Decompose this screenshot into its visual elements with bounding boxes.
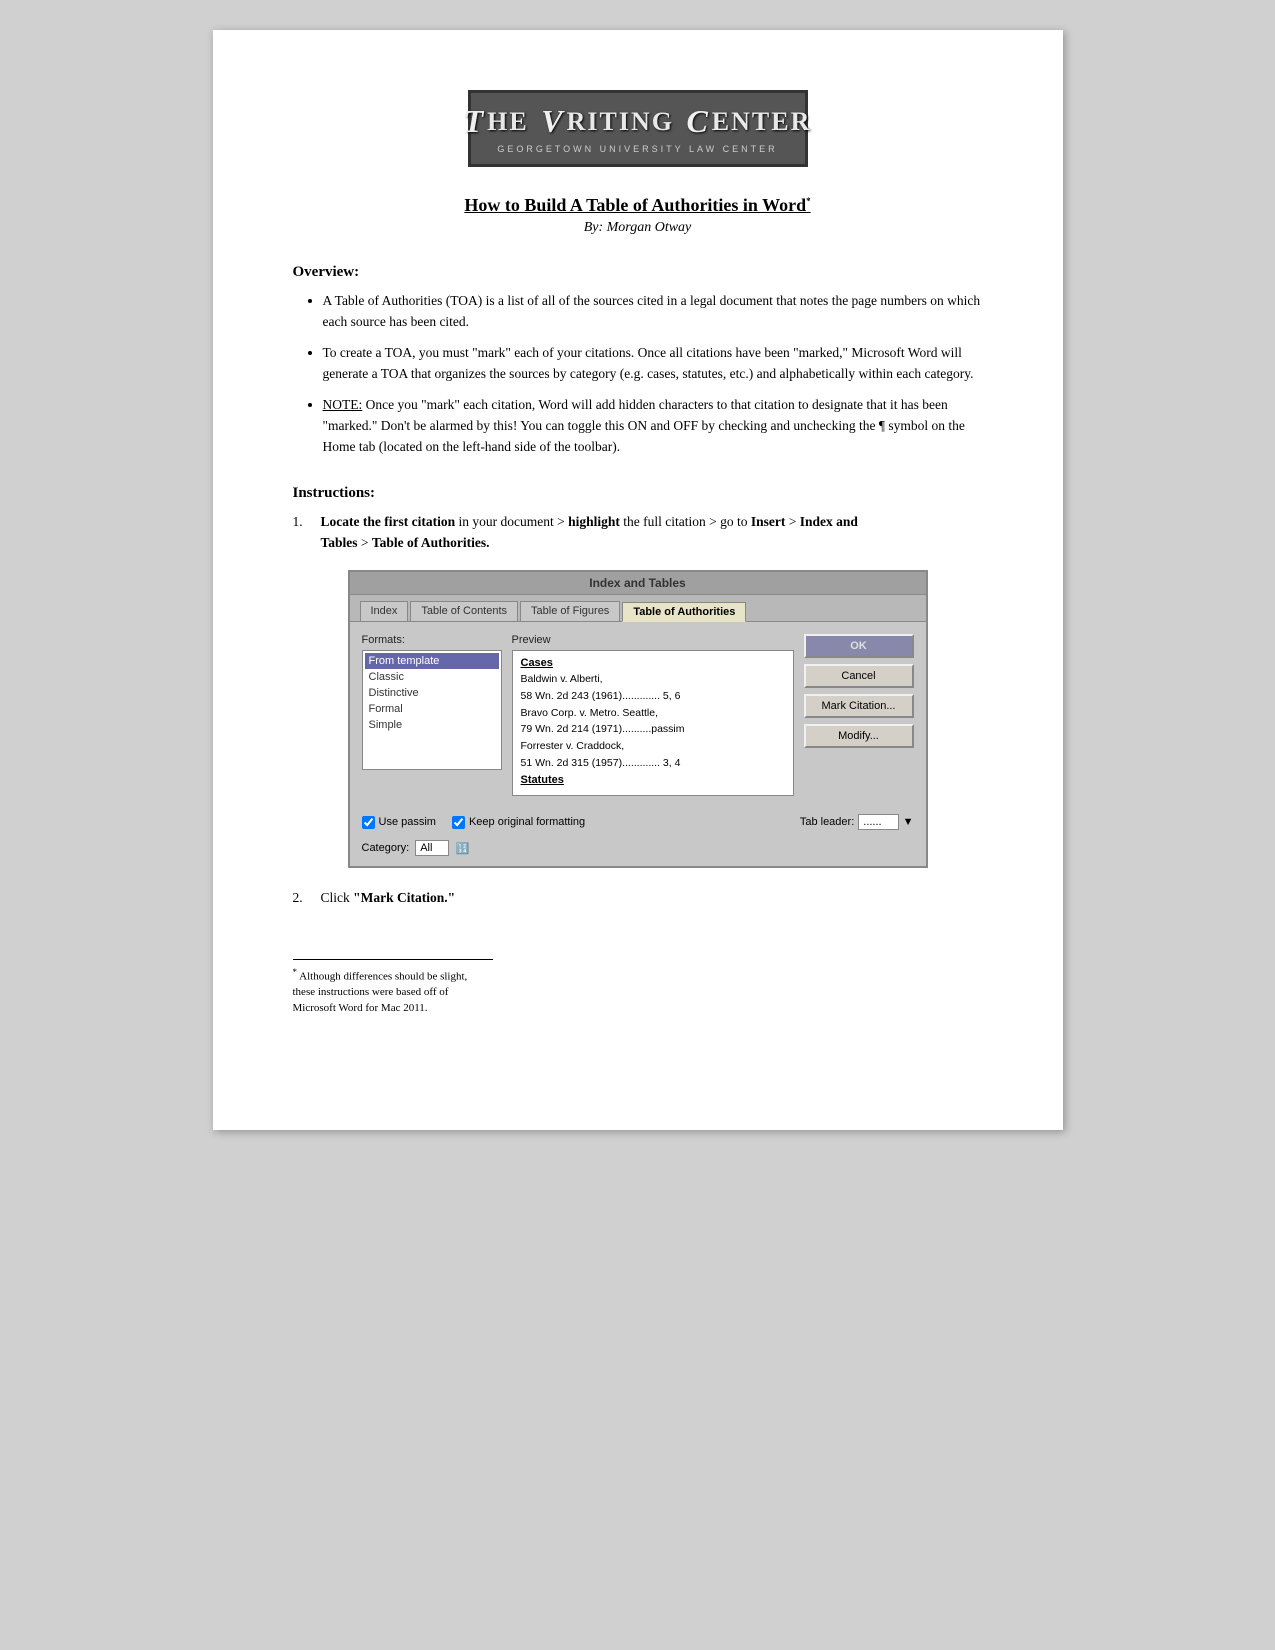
use-passim-checkbox[interactable] [362,816,375,829]
dialog-body: Formats: From template Classic Distincti… [350,622,926,808]
logo-drop-t: T [464,103,486,140]
tab-authorities[interactable]: Table of Authorities [622,602,746,622]
dialog-box: Index and Tables Index Table of Contents… [348,570,928,868]
logo-subtitle: GEORGETOWN UNIVERSITY LAW CENTER [489,144,787,154]
tab-figures[interactable]: Table of Figures [520,601,620,621]
category-label: Category: [362,842,410,854]
list-item: 1. Locate the first citation in your doc… [293,512,983,554]
modify-button[interactable]: Modify... [804,724,914,748]
overview-heading: Overview: [293,264,983,281]
instructions-list-2: 2. Click "Mark Citation." [293,888,983,909]
tab-leader-dropdown-icon[interactable]: ▼ [903,816,914,828]
preview-case-1: Baldwin v. Alberti, [521,672,785,687]
title-text: How to Build A Table of Authorities in W… [464,195,806,215]
instr-number-2: 2. [293,888,313,909]
dialog-container: Index and Tables Index Table of Contents… [293,570,983,868]
author-byline: By: Morgan Otway [293,220,983,236]
tab-leader-select[interactable]: ...... [858,814,898,830]
preview-case-3: Bravo Corp. v. Metro. Seattle, [521,706,785,721]
use-passim-label: Use passim [379,816,436,828]
page-title: How to Build A Table of Authorities in W… [293,195,983,216]
logo-riting: RITING [567,107,674,137]
footnote-text: Although differences should be slight, t… [293,971,468,1014]
footnote: * Although differences should be slight,… [293,966,493,1016]
instructions-list: 1. Locate the first citation in your doc… [293,512,983,554]
keep-formatting-label: Keep original formatting [469,816,585,828]
formats-label: Formats: [362,634,502,646]
instr-text-2: Click "Mark Citation." [321,888,983,909]
dialog-bottom: Use passim Keep original formatting Tab … [350,808,926,840]
list-item: To create a TOA, you must "mark" each of… [323,343,983,385]
bold-insert: Insert [751,514,786,529]
preview-statutes-heading: Statutes [521,774,785,786]
dialog-formats-section: Formats: From template Classic Distincti… [362,634,502,796]
instructions-heading: Instructions: [293,485,983,502]
logo-he: HE [487,107,529,137]
note-label: NOTE: [323,397,363,412]
dialog-tabs: Index Table of Contents Table of Figures… [350,595,926,622]
dialog-titlebar: Index and Tables [350,572,926,595]
category-dropdown-icon[interactable]: 🔢 [455,842,469,855]
list-item: A Table of Authorities (TOA) is a list o… [323,291,983,333]
logo-box: T HE V RITING C ENTER GEORGETOWN UNIVERS… [468,90,808,167]
page: T HE V RITING C ENTER GEORGETOWN UNIVERS… [213,30,1063,1130]
format-item-classic[interactable]: Classic [365,669,499,685]
tab-leader-label: Tab leader: [800,816,854,828]
preview-case-4: 79 Wn. 2d 214 (1971)..........passim [521,722,785,737]
preview-cases-heading: Cases [521,657,785,669]
bold-locate: Locate the first citation [321,514,456,529]
tab-toc[interactable]: Table of Contents [410,601,518,621]
keep-formatting-checkbox[interactable] [452,816,465,829]
format-item-distinctive[interactable]: Distinctive [365,685,499,701]
logo-drop-v: V [541,103,564,140]
overview-list: A Table of Authorities (TOA) is a list o… [323,291,983,457]
preview-box: Cases Baldwin v. Alberti, 58 Wn. 2d 243 … [512,650,794,796]
preview-case-6: 51 Wn. 2d 315 (1957)............. 3, 4 [521,756,785,771]
list-item-2: 2. Click "Mark Citation." [293,888,983,909]
bold-toa: Table of Authorities. [372,535,490,550]
instr-text-1: Locate the first citation in your docume… [321,512,983,554]
format-item-formal[interactable]: Formal [365,701,499,717]
logo-title: T HE V RITING C ENTER [489,103,787,140]
logo-drop-c: C [686,103,709,140]
title-superscript: * [806,196,811,206]
preview-label: Preview [512,634,794,646]
bold-mark-citation: "Mark Citation." [353,890,455,905]
mark-citation-button[interactable]: Mark Citation... [804,694,914,718]
doc-title-section: How to Build A Table of Authorities in W… [293,195,983,236]
cancel-button[interactable]: Cancel [804,664,914,688]
dialog-buttons: OK Cancel Mark Citation... Modify... [804,634,914,796]
category-select[interactable]: All [415,840,449,856]
preview-case-2: 58 Wn. 2d 243 (1961)............. 5, 6 [521,689,785,704]
preview-case-5: Forrester v. Craddock, [521,739,785,754]
tab-leader-group: Tab leader: ...... ▼ [800,814,914,830]
keep-formatting-group: Keep original formatting [452,816,585,829]
instr-number-1: 1. [293,512,313,554]
footnote-marker: * [293,967,298,977]
category-row: Category: All 🔢 [350,840,926,866]
ok-button[interactable]: OK [804,634,914,658]
list-item: NOTE: Once you "mark" each citation, Wor… [323,395,983,458]
logo-container: T HE V RITING C ENTER GEORGETOWN UNIVERS… [293,90,983,167]
format-item-template[interactable]: From template [365,653,499,669]
use-passim-group: Use passim [362,816,436,829]
bold-tables: Tables [321,535,358,550]
formats-list[interactable]: From template Classic Distinctive Formal… [362,650,502,770]
dialog-preview-section: Preview Cases Baldwin v. Alberti, 58 Wn.… [512,634,794,796]
bold-highlight: highlight [568,514,620,529]
logo-enter: ENTER [712,107,812,137]
bold-index-and: Index and [800,514,858,529]
format-item-simple[interactable]: Simple [365,717,499,733]
footnote-divider: * Although differences should be slight,… [293,959,493,1016]
tab-index[interactable]: Index [360,601,409,621]
